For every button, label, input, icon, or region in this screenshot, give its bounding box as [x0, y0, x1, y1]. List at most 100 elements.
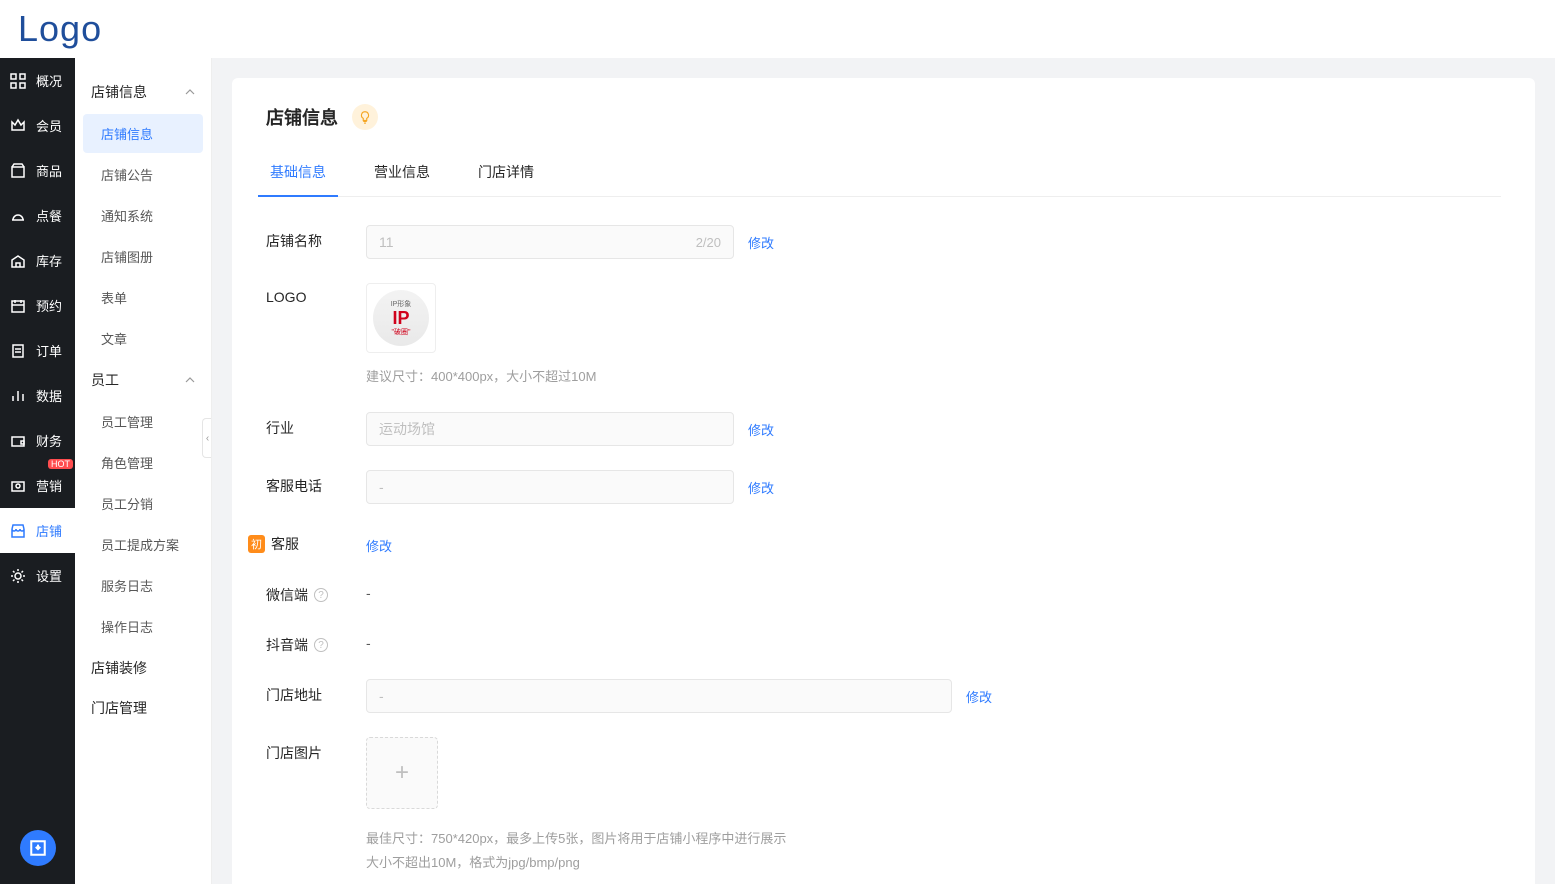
chevron-up-icon	[185, 375, 195, 385]
shop-name-value: 11	[379, 234, 394, 250]
sidebar-collapse-handle[interactable]: ‹	[202, 418, 212, 458]
hot-badge: HOT	[48, 459, 73, 469]
help-icon[interactable]: ?	[314, 588, 328, 602]
nav-marketing[interactable]: 营销 HOT	[0, 463, 75, 508]
subnav-group-shop-info[interactable]: 店铺信息	[75, 72, 211, 112]
nav-data[interactable]: 数据	[0, 373, 75, 418]
crown-icon	[10, 118, 26, 134]
chevron-up-icon	[185, 87, 195, 97]
shop-name-input: 11 2/20	[366, 225, 734, 259]
label-douyin: 抖音端 ?	[266, 629, 366, 655]
subnav-item-staff-commission[interactable]: 员工提成方案	[83, 525, 203, 564]
subnav-item-service-log[interactable]: 服务日志	[83, 566, 203, 605]
tab-business-info[interactable]: 营业信息	[370, 152, 434, 196]
nav-overview[interactable]: 概况	[0, 58, 75, 103]
nav-goods[interactable]: 商品	[0, 148, 75, 193]
primary-nav: 概况 会员 商品 点餐 库存 预约 订单 数据	[0, 58, 75, 884]
shop-name-counter: 2/20	[696, 235, 721, 250]
subnav-group-decoration[interactable]: 店铺装修	[75, 648, 211, 688]
nav-label: 订单	[36, 341, 62, 360]
chart-icon	[10, 388, 26, 404]
subnav-item-notification[interactable]: 通知系统	[83, 196, 203, 235]
megaphone-icon	[10, 478, 26, 494]
nav-ordering[interactable]: 点餐	[0, 193, 75, 238]
subnav-item-staff-mgmt[interactable]: 员工管理	[83, 402, 203, 441]
subnav-item-gallery[interactable]: 店铺图册	[83, 237, 203, 276]
warehouse-icon	[10, 253, 26, 269]
nav-label: 店铺	[36, 521, 62, 540]
nav-label: 营销	[36, 476, 62, 495]
logo-cell: IP形象 IP "破圈" 建议尺寸：400*400px，大小不超过10M	[366, 283, 596, 388]
logo-hint: 建议尺寸：400*400px，大小不超过10M	[366, 365, 596, 388]
subnav-group-title: 员工	[91, 370, 119, 390]
subnav-item-operation-log[interactable]: 操作日志	[83, 607, 203, 646]
row-logo: LOGO IP形象 IP "破圈" 建议尺寸：400*400px，大小不超过10…	[266, 283, 1501, 388]
subnav-group-title: 店铺信息	[91, 82, 147, 102]
box-icon	[10, 163, 26, 179]
subnav-item-article[interactable]: 文章	[83, 319, 203, 358]
help-icon[interactable]: ?	[314, 638, 328, 652]
tab-store-detail[interactable]: 门店详情	[474, 152, 538, 196]
label-address: 门店地址	[266, 679, 366, 705]
clipboard-icon	[10, 343, 26, 359]
nav-booking[interactable]: 预约	[0, 283, 75, 328]
subnav-item-staff-distribution[interactable]: 员工分销	[83, 484, 203, 523]
nav-label: 库存	[36, 251, 62, 270]
subnav-item-role-mgmt[interactable]: 角色管理	[83, 443, 203, 482]
shop-icon	[10, 523, 26, 539]
label-douyin-text: 抖音端	[266, 635, 308, 655]
nav-finance[interactable]: 财务	[0, 418, 75, 463]
modify-address-link[interactable]: 修改	[966, 679, 992, 706]
lightbulb-icon[interactable]	[352, 104, 378, 130]
logo-thumbnail[interactable]: IP形象 IP "破圈"	[366, 283, 436, 353]
subnav-group-title: 店铺装修	[91, 658, 147, 678]
gear-icon	[10, 568, 26, 584]
nav-label: 点餐	[36, 206, 62, 225]
row-shop-name: 店铺名称 11 2/20 修改	[266, 225, 1501, 259]
subnav-item-shop-notice[interactable]: 店铺公告	[83, 155, 203, 194]
subnav-group-store-mgmt[interactable]: 门店管理	[75, 688, 211, 728]
modify-service-phone-link[interactable]: 修改	[748, 470, 774, 497]
address-value: -	[379, 688, 384, 704]
nav-inventory[interactable]: 库存	[0, 238, 75, 283]
douyin-value: -	[366, 629, 371, 651]
modify-shop-name-link[interactable]: 修改	[748, 225, 774, 252]
row-service: 初 客服 修改	[266, 528, 1501, 555]
modify-service-link[interactable]: 修改	[366, 528, 392, 555]
nav-label: 概况	[36, 71, 62, 90]
content-card: 店铺信息 基础信息 营业信息 门店详情 店铺名称 11 2/20 修改	[232, 78, 1535, 884]
chevron-left-icon: ‹	[206, 433, 209, 444]
wallet-icon	[10, 433, 26, 449]
service-phone-value: -	[379, 479, 384, 495]
row-douyin: 抖音端 ? -	[266, 629, 1501, 655]
label-logo: LOGO	[266, 283, 366, 305]
nav-orders[interactable]: 订单	[0, 328, 75, 373]
app-body: 概况 会员 商品 点餐 库存 预约 订单 数据	[0, 58, 1555, 884]
page-title: 店铺信息	[266, 104, 338, 130]
industry-input: 运动场馆	[366, 412, 734, 446]
tabs: 基础信息 营业信息 门店详情	[266, 152, 1501, 197]
nav-label: 商品	[36, 161, 62, 180]
wechat-value: -	[366, 579, 371, 601]
top-header: Logo	[0, 0, 1555, 58]
subnav-item-form[interactable]: 表单	[83, 278, 203, 317]
tab-basic-info[interactable]: 基础信息	[266, 152, 330, 196]
nav-label: 会员	[36, 116, 62, 135]
nav-shop[interactable]: 店铺	[0, 508, 75, 553]
label-service-text: 客服	[271, 534, 299, 554]
modify-industry-link[interactable]: 修改	[748, 412, 774, 439]
nav-members[interactable]: 会员	[0, 103, 75, 148]
bottom-action-button[interactable]	[20, 830, 56, 866]
nav-label: 数据	[36, 386, 62, 405]
subnav-group-staff[interactable]: 员工	[75, 360, 211, 400]
label-industry: 行业	[266, 412, 366, 438]
label-shop-name: 店铺名称	[266, 225, 366, 251]
upload-image-button[interactable]: +	[366, 737, 438, 809]
nav-settings[interactable]: 设置	[0, 553, 75, 598]
label-store-images: 门店图片	[266, 737, 366, 763]
app-logo: Logo	[18, 8, 102, 50]
row-wechat: 微信端 ? -	[266, 579, 1501, 605]
nav-label: 设置	[36, 566, 62, 585]
secondary-nav: 店铺信息 店铺信息 店铺公告 通知系统 店铺图册 表单 文章 员工 员工管理 角…	[75, 58, 212, 884]
subnav-item-shop-info[interactable]: 店铺信息	[83, 114, 203, 153]
